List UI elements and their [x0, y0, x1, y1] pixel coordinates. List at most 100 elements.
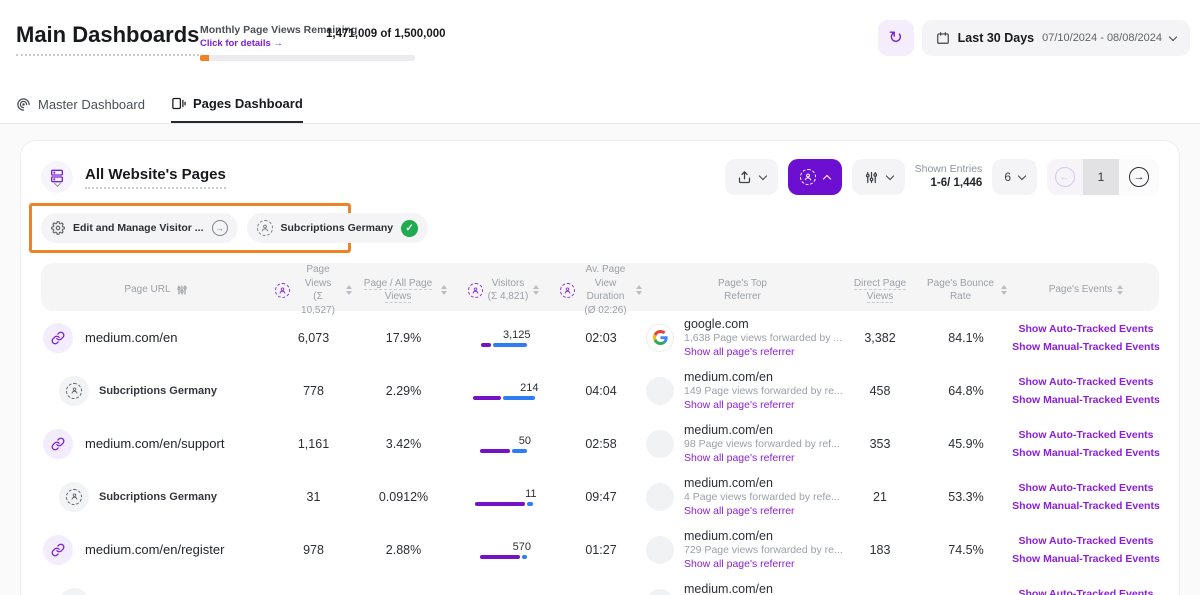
- show-all-referrers-link[interactable]: Show all page's referrer: [684, 346, 833, 360]
- sliders-icon: [176, 284, 188, 296]
- referrer-domain: medium.com/en: [684, 369, 833, 385]
- page-label: Subcriptions Germany: [99, 491, 217, 503]
- tab-pages-dashboard[interactable]: Pages Dashboard: [171, 96, 303, 123]
- duration-cell: 02:03: [556, 331, 646, 345]
- referrer-favicon: [646, 430, 674, 458]
- check-icon[interactable]: ✓: [401, 220, 418, 237]
- export-button[interactable]: [725, 159, 778, 195]
- column-label: Page's Top Referrer: [700, 277, 785, 304]
- events-cell: Show Auto-Tracked Events Show Manual-Tra…: [1011, 429, 1161, 459]
- filters-button[interactable]: [852, 159, 905, 195]
- table-row: Subcriptions Germany 238 0.7% 100 01:44 …: [41, 576, 1159, 595]
- referrer-note: 729 Page views forwarded by re...: [684, 544, 833, 558]
- sort-icon[interactable]: [346, 285, 352, 295]
- page-views-cell: 6,073: [271, 331, 356, 345]
- swirl-icon: [16, 97, 31, 112]
- link-icon-avatar: [43, 429, 73, 459]
- widget-menu-button[interactable]: [41, 161, 73, 193]
- show-manual-tracked-link[interactable]: Show Manual-Tracked Events: [1012, 553, 1160, 565]
- page-url-cell[interactable]: medium.com/en: [41, 323, 271, 353]
- segments-button[interactable]: [788, 159, 842, 195]
- referrer-domain: medium.com/en: [684, 528, 833, 544]
- show-auto-tracked-link[interactable]: Show Auto-Tracked Events: [1019, 376, 1154, 388]
- arrow-right-icon: →: [1129, 167, 1149, 187]
- show-all-referrers-link[interactable]: Show all page's referrer: [684, 399, 833, 413]
- link-icon-avatar: [43, 535, 73, 565]
- page-number[interactable]: 1: [1083, 159, 1119, 195]
- gear-icon: [51, 221, 65, 235]
- referrer-favicon: [646, 589, 674, 595]
- prev-page-button[interactable]: ←: [1047, 159, 1083, 195]
- bounce-rate-cell: 84.1%: [921, 331, 1011, 345]
- table-row: Subcriptions Germany 778 2.29% 214 04:04…: [41, 364, 1159, 417]
- show-manual-tracked-link[interactable]: Show Manual-Tracked Events: [1012, 341, 1160, 353]
- date-range-picker[interactable]: Last 30 Days 07/10/2024 - 08/08/2024: [922, 20, 1190, 56]
- column-header-4[interactable]: Av. Page View Duration(Ø 02:26): [556, 263, 646, 317]
- column-header-1[interactable]: Page Views(Σ 10,527): [271, 263, 356, 317]
- google-icon: [653, 330, 668, 345]
- show-manual-tracked-link[interactable]: Show Manual-Tracked Events: [1012, 394, 1160, 406]
- page-share-cell: 2.88%: [356, 543, 451, 557]
- page-url-cell[interactable]: medium.com/en/register: [41, 535, 271, 565]
- sort-icon[interactable]: [441, 285, 447, 295]
- chip-edit-manage-visitor[interactable]: Edit and Manage Visitor ... →: [41, 213, 238, 243]
- page-label: Subcriptions Germany: [99, 385, 217, 397]
- visitors-value: 11: [525, 488, 536, 500]
- visitors-bar: [481, 343, 527, 347]
- column-header-7[interactable]: Page's Bounce Rate: [921, 277, 1011, 304]
- show-all-referrers-link[interactable]: Show all page's referrer: [684, 505, 833, 519]
- column-header-8[interactable]: Page's Events: [1011, 283, 1161, 297]
- person-icon: [257, 220, 273, 236]
- person-icon: [800, 169, 816, 185]
- column-label: Page / All Page Views: [360, 277, 436, 304]
- visitors-cell: 11: [451, 488, 556, 506]
- referrer-note: 1,638 Page views forwarded by ...: [684, 332, 833, 346]
- show-auto-tracked-link[interactable]: Show Auto-Tracked Events: [1019, 323, 1154, 335]
- referrer-favicon: [646, 377, 674, 405]
- arrow-right-circle-icon[interactable]: →: [212, 220, 228, 236]
- link-icon: [51, 331, 65, 345]
- chevron-up-icon: [822, 174, 830, 182]
- show-auto-tracked-link[interactable]: Show Auto-Tracked Events: [1019, 588, 1154, 595]
- visitors-bar: [480, 449, 527, 453]
- referrer-domain: medium.com/en: [684, 475, 833, 491]
- page-url-cell[interactable]: Subcriptions Germany: [41, 376, 271, 406]
- chevron-down-icon: [53, 180, 60, 187]
- quota-progress-bar: [200, 55, 415, 61]
- show-auto-tracked-link[interactable]: Show Auto-Tracked Events: [1019, 429, 1154, 441]
- tab-label: Pages Dashboard: [193, 96, 303, 111]
- page-size-select[interactable]: 6: [992, 159, 1037, 195]
- dashboard-tabs: Master Dashboard Pages Dashboard: [0, 96, 1200, 124]
- person-icon: [275, 283, 290, 298]
- show-auto-tracked-link[interactable]: Show Auto-Tracked Events: [1019, 535, 1154, 547]
- show-all-referrers-link[interactable]: Show all page's referrer: [684, 558, 833, 572]
- referrer-cell: medium.com/en 156 Page views forwarded b…: [646, 581, 839, 595]
- next-page-button[interactable]: →: [1119, 159, 1159, 195]
- tab-master-dashboard[interactable]: Master Dashboard: [16, 96, 145, 123]
- chip-subcriptions-germany[interactable]: Subcriptions Germany ✓: [247, 213, 429, 243]
- sort-icon[interactable]: [1001, 285, 1007, 295]
- show-manual-tracked-link[interactable]: Show Manual-Tracked Events: [1012, 447, 1160, 459]
- refresh-button[interactable]: ↻: [878, 20, 914, 56]
- sort-icon[interactable]: [636, 285, 642, 295]
- page-url-cell[interactable]: Subcriptions Germany: [41, 482, 271, 512]
- person-icon-avatar: [59, 376, 89, 406]
- events-cell: Show Auto-Tracked Events Show Manual-Tra…: [1011, 482, 1161, 512]
- referrer-cell: medium.com/en 98 Page views forwarded by…: [646, 422, 839, 466]
- show-manual-tracked-link[interactable]: Show Manual-Tracked Events: [1012, 500, 1160, 512]
- page-url-cell[interactable]: Subcriptions Germany: [41, 588, 271, 595]
- page-url-cell[interactable]: medium.com/en/support: [41, 429, 271, 459]
- pages-icon: [171, 96, 186, 111]
- shown-entries-label: Shown Entries: [915, 162, 983, 176]
- column-header-3[interactable]: Visitors(Σ 4,821): [451, 277, 556, 304]
- page-label: medium.com/en/register: [85, 542, 224, 557]
- visitors-bar: [475, 502, 533, 506]
- duration-cell: 02:58: [556, 437, 646, 451]
- sort-icon[interactable]: [533, 285, 539, 295]
- show-all-referrers-link[interactable]: Show all page's referrer: [684, 452, 833, 466]
- column-header-2[interactable]: Page / All Page Views: [356, 277, 451, 304]
- bounce-rate-cell: 74.5%: [921, 543, 1011, 557]
- sort-icon[interactable]: [1117, 285, 1123, 295]
- events-cell: Show Auto-Tracked Events Show Manual-Tra…: [1011, 323, 1161, 353]
- show-auto-tracked-link[interactable]: Show Auto-Tracked Events: [1019, 482, 1154, 494]
